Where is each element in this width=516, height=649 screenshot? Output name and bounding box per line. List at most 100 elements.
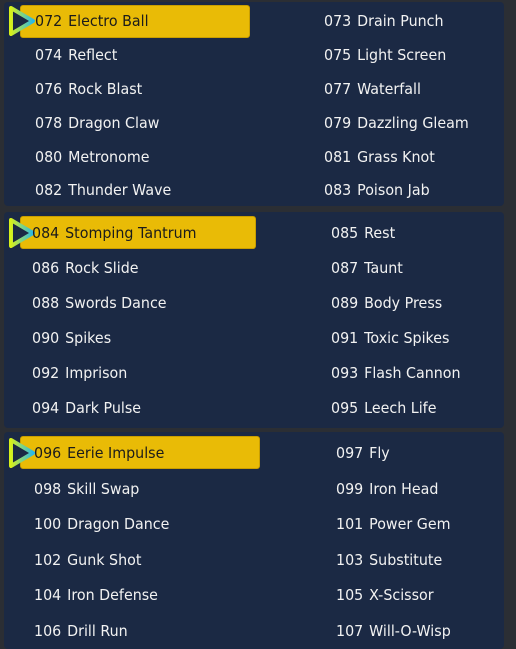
tm-number: 072	[35, 12, 63, 30]
tm-item[interactable]: 090 Spikes	[32, 328, 111, 348]
move-name: Eerie Impulse	[67, 444, 165, 462]
tm-number: 092	[32, 364, 60, 382]
tm-number: 088	[32, 294, 60, 312]
move-name: Dragon Claw	[68, 114, 160, 132]
tm-number: 082	[35, 181, 63, 199]
move-name: Body Press	[364, 294, 443, 312]
move-name: Power Gem	[369, 515, 451, 533]
move-name: Poison Jab	[357, 181, 430, 199]
move-name: Dazzling Gleam	[357, 114, 469, 132]
move-name: Iron Defense	[67, 586, 158, 604]
tm-number: 094	[32, 399, 60, 417]
move-name: Drill Run	[67, 622, 128, 640]
tm-number: 079	[324, 114, 352, 132]
tm-item[interactable]: 076 Rock Blast	[35, 79, 142, 99]
tm-number: 093	[331, 364, 359, 382]
tm-item[interactable]: 099 Iron Head	[336, 479, 438, 499]
tm-item[interactable]: 087 Taunt	[331, 258, 403, 278]
tm-item[interactable]: 107 Will-O-Wisp	[336, 621, 451, 641]
tm-item[interactable]: 091 Toxic Spikes	[331, 328, 449, 348]
move-name: Leech Life	[364, 399, 437, 417]
move-name: Metronome	[68, 148, 150, 166]
tm-item[interactable]: 085 Rest	[331, 223, 395, 243]
triangle-pointer-icon	[9, 438, 35, 468]
tm-number: 106	[34, 622, 62, 640]
move-name: Will-O-Wisp	[369, 622, 451, 640]
tm-number: 077	[324, 80, 352, 98]
tm-item[interactable]: 081 Grass Knot	[324, 147, 435, 167]
tm-number: 074	[35, 46, 63, 64]
tm-number: 099	[336, 480, 364, 498]
tm-item[interactable]: 096 Eerie Impulse	[34, 443, 164, 463]
move-name: Light Screen	[357, 46, 447, 64]
tm-item[interactable]: 095 Leech Life	[331, 398, 436, 418]
tm-number: 095	[331, 399, 359, 417]
tm-number: 081	[324, 148, 352, 166]
tm-item[interactable]: 106 Drill Run	[34, 621, 128, 641]
move-name: Spikes	[65, 329, 112, 347]
tm-item[interactable]: 101 Power Gem	[336, 514, 450, 534]
move-name: Drain Punch	[357, 12, 444, 30]
tm-number: 078	[35, 114, 63, 132]
tm-item[interactable]: 083 Poison Jab	[324, 180, 430, 200]
tm-item[interactable]: 102 Gunk Shot	[34, 550, 141, 570]
tm-number: 075	[324, 46, 352, 64]
tm-item[interactable]: 084 Stomping Tantrum	[32, 223, 197, 243]
move-name: Substitute	[369, 551, 443, 569]
tm-item[interactable]: 075 Light Screen	[324, 45, 446, 65]
move-name: Swords Dance	[65, 294, 167, 312]
move-name: Reflect	[68, 46, 118, 64]
tm-number: 085	[331, 224, 359, 242]
tm-number: 091	[331, 329, 359, 347]
tm-item[interactable]: 093 Flash Cannon	[331, 363, 461, 383]
tm-item[interactable]: 098 Skill Swap	[34, 479, 139, 499]
tm-number: 086	[32, 259, 60, 277]
tm-item[interactable]: 082 Thunder Wave	[35, 180, 171, 200]
move-name: Stomping Tantrum	[65, 224, 197, 242]
tm-item[interactable]: 079 Dazzling Gleam	[324, 113, 469, 133]
tm-item[interactable]: 103 Substitute	[336, 550, 442, 570]
tm-number: 087	[331, 259, 359, 277]
tm-item[interactable]: 094 Dark Pulse	[32, 398, 141, 418]
tm-item[interactable]: 092 Imprison	[32, 363, 127, 383]
tm-item[interactable]: 104 Iron Defense	[34, 585, 158, 605]
move-name: X-Scissor	[369, 586, 434, 604]
tm-item[interactable]: 072 Electro Ball	[35, 11, 149, 31]
tm-item[interactable]: 077 Waterfall	[324, 79, 421, 99]
tm-item[interactable]: 089 Body Press	[331, 293, 442, 313]
tm-item[interactable]: 080 Metronome	[35, 147, 149, 167]
tm-number: 084	[32, 224, 60, 242]
move-name: Rock Slide	[65, 259, 139, 277]
tm-number: 076	[35, 80, 63, 98]
tm-number: 105	[336, 586, 364, 604]
move-name: Dragon Dance	[67, 515, 170, 533]
tm-number: 090	[32, 329, 60, 347]
move-name: Flash Cannon	[364, 364, 461, 382]
tm-item[interactable]: 073 Drain Punch	[324, 11, 444, 31]
tm-number: 083	[324, 181, 352, 199]
move-name: Thunder Wave	[68, 181, 172, 199]
tm-number: 097	[336, 444, 364, 462]
tm-item[interactable]: 105 X-Scissor	[336, 585, 434, 605]
tm-number: 080	[35, 148, 63, 166]
tm-number: 107	[336, 622, 364, 640]
move-name: Grass Knot	[357, 148, 435, 166]
tm-number: 100	[34, 515, 62, 533]
tm-number: 098	[34, 480, 62, 498]
move-name: Rest	[364, 224, 396, 242]
tm-item[interactable]: 074 Reflect	[35, 45, 117, 65]
tm-item[interactable]: 097 Fly	[336, 443, 390, 463]
tm-item[interactable]: 086 Rock Slide	[32, 258, 139, 278]
move-name: Fly	[369, 444, 390, 462]
tm-number: 103	[336, 551, 364, 569]
move-name: Skill Swap	[67, 480, 140, 498]
tm-item[interactable]: 078 Dragon Claw	[35, 113, 159, 133]
tm-item[interactable]: 088 Swords Dance	[32, 293, 167, 313]
move-name: Electro Ball	[68, 12, 149, 30]
tm-item[interactable]: 100 Dragon Dance	[34, 514, 169, 534]
triangle-pointer-icon	[9, 6, 35, 36]
move-name: Dark Pulse	[65, 399, 142, 417]
tm-number: 073	[324, 12, 352, 30]
move-name: Waterfall	[357, 80, 421, 98]
tm-number: 089	[331, 294, 359, 312]
